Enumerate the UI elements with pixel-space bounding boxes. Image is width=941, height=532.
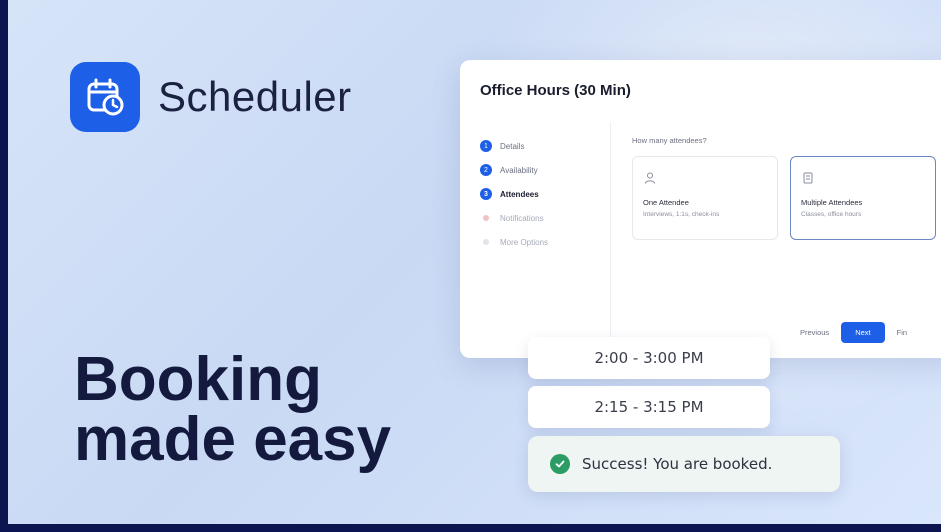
step-more-options[interactable]: More Options: [480, 230, 548, 254]
step-label: Attendees: [500, 189, 539, 199]
attendees-question: How many attendees?: [632, 136, 707, 145]
panel-divider: [610, 122, 611, 358]
step-availability[interactable]: 2 Availability: [480, 158, 548, 182]
promo-canvas: Scheduler Booking made easy Office Hours…: [8, 0, 941, 524]
calendar-clock-icon: [70, 62, 140, 132]
step-dot-icon: [483, 239, 489, 245]
toast-message: Success! You are booked.: [582, 455, 773, 473]
group-icon: [803, 172, 813, 184]
time-slot[interactable]: 2:15 - 3:15 PM: [528, 386, 770, 428]
step-label: More Options: [500, 237, 549, 247]
step-number: 3: [480, 188, 492, 200]
headline-line-2: made easy: [74, 405, 392, 474]
success-toast: Success! You are booked.: [528, 436, 840, 492]
step-number: 1: [480, 140, 492, 152]
finish-button[interactable]: Fin: [897, 328, 907, 337]
option-title: One Attendee: [643, 198, 689, 207]
time-slot[interactable]: 2:00 - 3:00 PM: [528, 337, 770, 379]
step-number: 2: [480, 164, 492, 176]
option-description: Classes, office hours: [801, 211, 862, 218]
person-icon: [645, 172, 655, 184]
option-multiple-attendees[interactable]: Multiple Attendees Classes, office hours: [790, 156, 936, 240]
check-circle-icon: [550, 454, 570, 474]
option-title: Multiple Attendees: [801, 198, 863, 207]
previous-button[interactable]: Previous: [800, 328, 829, 337]
step-label: Availability: [500, 165, 538, 175]
brand-name: Scheduler: [158, 73, 352, 120]
headline-line-1: Booking: [74, 345, 322, 414]
step-notifications[interactable]: Notifications: [480, 206, 548, 230]
headline: Booking made easy: [74, 345, 392, 474]
step-dot-icon: [483, 215, 489, 221]
step-attendees[interactable]: 3 Attendees: [480, 182, 548, 206]
step-label: Notifications: [500, 213, 544, 223]
option-description: Interviews, 1:1s, check-ins: [643, 211, 720, 218]
scheduler-panel: Office Hours (30 Min) 1 Details 2 Availa…: [460, 60, 941, 358]
panel-title: Office Hours (30 Min): [480, 82, 631, 99]
brand: Scheduler: [70, 62, 352, 132]
option-one-attendee[interactable]: One Attendee Interviews, 1:1s, check-ins: [632, 156, 778, 240]
steps-list: 1 Details 2 Availability 3 Attendees Not…: [480, 134, 548, 254]
step-label: Details: [500, 141, 525, 151]
step-details[interactable]: 1 Details: [480, 134, 548, 158]
next-button[interactable]: Next: [841, 322, 885, 343]
wizard-navigation: Previous Next Fin: [800, 322, 907, 343]
